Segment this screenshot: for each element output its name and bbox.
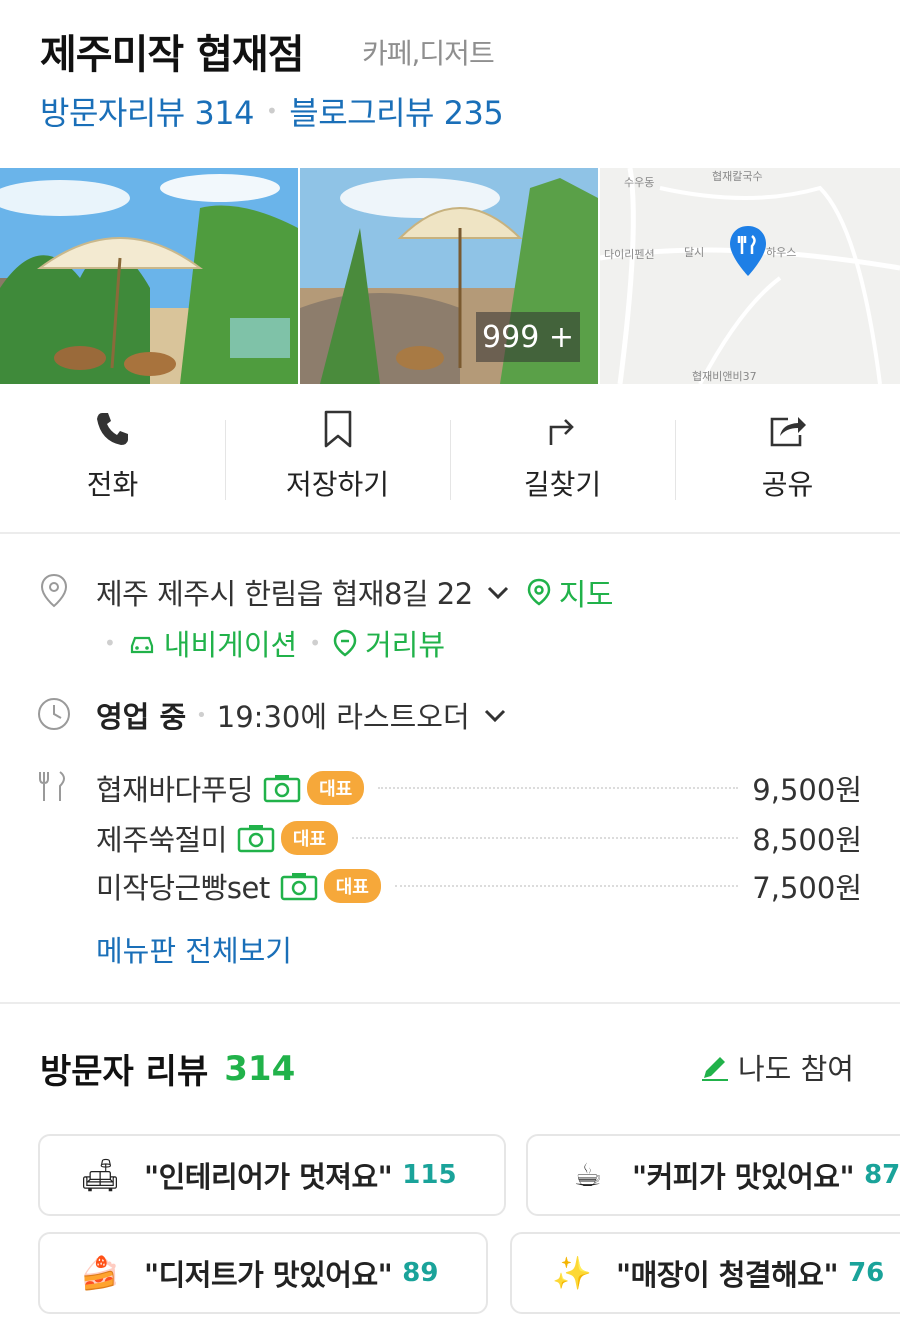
- street-view-link[interactable]: 거리뷰: [333, 622, 445, 664]
- map-label: 다이리펜션: [604, 248, 655, 261]
- save-label: 저장하기: [285, 468, 390, 501]
- address-row: 제주 제주시 한림읍 협재8길 22 지도: [96, 570, 613, 614]
- review-keyword-chip[interactable]: 🛋 "인테리어가 멋져요" 115: [38, 1134, 506, 1216]
- visitor-review-heading: 방문자 리뷰 314: [40, 1044, 295, 1093]
- street-view-pin-icon: [333, 629, 357, 657]
- divider: [0, 1002, 900, 1004]
- signature-badge: 대표: [307, 771, 365, 805]
- menu-item-price: 7,500원: [752, 871, 862, 905]
- navigation-link[interactable]: 내비게이션: [128, 622, 297, 664]
- menu-item[interactable]: 협재바다푸딩 대표 9,500원: [96, 766, 862, 810]
- map-label: 달시: [684, 246, 705, 259]
- share-icon: [770, 417, 806, 447]
- map-link[interactable]: 지도: [527, 570, 613, 614]
- navigation-label: 내비게이션: [163, 628, 298, 662]
- map-link-label: 지도: [558, 578, 614, 613]
- chevron-down-icon[interactable]: [483, 577, 513, 607]
- separator-dot: •: [309, 631, 321, 655]
- participate-button[interactable]: 나도 참여: [700, 1046, 854, 1088]
- directions-label: 길찾기: [523, 468, 602, 501]
- keyword-text: "커피가 맛있어요": [632, 1160, 855, 1194]
- share-label: 공유: [761, 468, 814, 501]
- visitor-review-title: 방문자 리뷰: [40, 1052, 209, 1092]
- menu-item[interactable]: 제주쑥절미 대표 8,500원: [96, 816, 862, 860]
- map-label: 협재칼국수: [712, 170, 763, 183]
- action-bar: 전화 저장하기 길찾기 공유: [0, 392, 900, 520]
- keyword-text: "디저트가 맛있어요": [144, 1258, 393, 1292]
- sofa-icon: 🛋: [79, 1156, 121, 1194]
- clock-icon: [38, 698, 70, 730]
- keyword-text: "매장이 청결해요": [616, 1258, 839, 1292]
- bookmark-icon: [324, 410, 351, 448]
- review-keyword-chip[interactable]: ✨ "매장이 청결해요" 76: [510, 1232, 900, 1314]
- menu-item-price: 9,500원: [752, 773, 862, 807]
- save-button[interactable]: 저장하기: [225, 392, 450, 520]
- call-label: 전화: [86, 468, 139, 501]
- phone-icon: [96, 413, 128, 445]
- review-links: 방문자리뷰 314 • 블로그리뷰 235: [40, 88, 504, 134]
- keyword-count: 87: [864, 1160, 900, 1190]
- place-title: 제주미작 협재점: [40, 32, 305, 78]
- menu-item[interactable]: 미작당근빵set 대표 7,500원: [96, 864, 862, 908]
- share-button[interactable]: 공유: [675, 392, 900, 520]
- menu-item-name: 제주쑥절미: [96, 823, 227, 857]
- separator-dot: •: [196, 704, 207, 726]
- photo-strip: 999 + 수우동 협재칼국수 다이리펜션 달시 하우스 협재비앤비37: [0, 168, 900, 384]
- dotted-leader: [352, 837, 739, 839]
- location-pin-icon: [40, 573, 68, 608]
- coffee-cup-icon: ☕: [573, 1156, 603, 1194]
- last-order-text: 19:30에 라스트오더: [216, 700, 470, 734]
- camera-icon: [263, 775, 301, 803]
- review-keyword-chip[interactable]: 🍰 "디저트가 맛있어요" 89: [38, 1232, 488, 1314]
- camera-icon: [280, 873, 317, 901]
- car-icon: [130, 636, 153, 654]
- sparkles-icon: ✨: [552, 1254, 592, 1292]
- call-button[interactable]: 전화: [0, 392, 225, 520]
- review-keyword-chip[interactable]: ☕ "커피가 맛있어요" 87: [526, 1134, 900, 1216]
- signature-badge: 대표: [323, 869, 381, 903]
- visitor-review-count: 314: [224, 1048, 296, 1089]
- map-pin-icon: [527, 578, 550, 606]
- blog-review-link[interactable]: 블로그리뷰 235: [289, 88, 503, 134]
- signature-badge: 대표: [280, 821, 339, 855]
- keyword-count: 76: [848, 1258, 885, 1288]
- keyword-count: 89: [402, 1258, 439, 1288]
- map-label: 협재비앤비37: [692, 370, 757, 383]
- chevron-down-icon: [484, 709, 505, 723]
- business-status: 영업 중: [96, 700, 187, 734]
- address-text: 제주 제주시 한림읍 협재8길 22: [96, 577, 473, 611]
- visitor-review-link[interactable]: 방문자리뷰 314: [40, 88, 254, 134]
- menu-item-name: 미작당근빵set: [96, 871, 270, 905]
- dotted-leader: [378, 787, 739, 789]
- map-label: 수우동: [624, 176, 655, 189]
- menu-item-price: 8,500원: [752, 823, 862, 857]
- menu-item-name: 협재바다푸딩: [96, 773, 254, 807]
- pencil-icon: [702, 1057, 728, 1081]
- street-view-label: 거리뷰: [365, 628, 446, 662]
- directions-button[interactable]: 길찾기: [450, 392, 675, 520]
- navigation-row: • 내비게이션 • 거리뷰: [92, 622, 445, 664]
- separator-dot: •: [265, 99, 278, 123]
- map-pin-icon: [730, 226, 766, 276]
- map-label: 하우스: [766, 246, 797, 259]
- map-thumbnail[interactable]: 수우동 협재칼국수 다이리펜션 달시 하우스 협재비앤비37: [600, 168, 900, 384]
- place-photo-2[interactable]: 999 +: [300, 168, 598, 384]
- place-photo-1[interactable]: [0, 168, 298, 384]
- dotted-leader: [394, 885, 739, 887]
- garden-photo-image: [0, 168, 298, 384]
- directions-icon: [549, 419, 574, 445]
- utensils-icon: [39, 771, 65, 801]
- keyword-count: 115: [402, 1160, 457, 1190]
- keyword-text: "인테리어가 멋져요": [144, 1160, 393, 1194]
- separator-dot: •: [104, 631, 116, 655]
- camera-icon: [237, 825, 275, 853]
- photo-count-badge[interactable]: 999 +: [476, 312, 580, 362]
- view-full-menu-link[interactable]: 메뉴판 전체보기: [96, 928, 292, 970]
- place-category: 카페,디저트: [362, 37, 495, 70]
- divider: [0, 532, 900, 534]
- participate-label: 나도 참여: [738, 1052, 854, 1086]
- hours-row[interactable]: 영업 중 • 19:30에 라스트오더: [96, 694, 510, 736]
- cake-icon: 🍰: [80, 1254, 120, 1292]
